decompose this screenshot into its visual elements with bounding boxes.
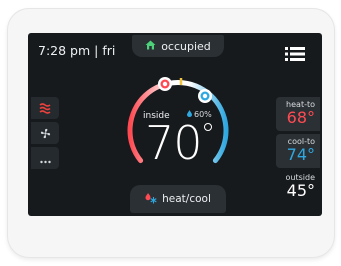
cool-setpoint-handle[interactable] [198,89,212,103]
menu-button[interactable] [280,45,310,67]
thermostat-screen: 7:28 pm | fri occupied inside 60% 70 hea… [28,33,322,216]
occupancy-label: occupied [161,39,211,53]
fan-icon [40,124,51,143]
more-options-button[interactable] [31,147,59,169]
fan-button[interactable] [31,122,59,144]
heat-mode-button[interactable] [31,97,59,119]
outside-temperature: outside 45° [276,173,320,199]
inside-temperature: 70 [145,116,203,170]
occupancy-button[interactable]: occupied [132,35,224,57]
heat-to-value: 68° [286,108,315,127]
heat-setpoint-card[interactable]: heat-to 68° [276,97,320,131]
mode-label: heat/cool [162,193,211,205]
clock-display: 7:28 pm | fri [38,43,116,58]
hamburger-menu-icon [285,46,305,66]
heat-setpoint-handle[interactable] [158,77,172,91]
mode-button[interactable]: heat/cool [130,185,226,213]
cool-setpoint-card[interactable]: cool-to 74° [276,134,320,168]
cool-to-value: 74° [286,145,315,164]
home-icon [145,40,156,53]
more-dots-icon [39,149,51,168]
degree-symbol [204,123,212,131]
outside-value: 45° [286,181,315,200]
heat-waves-icon [39,99,51,118]
side-button-column [31,97,59,171]
heat-cool-icon [145,192,157,207]
